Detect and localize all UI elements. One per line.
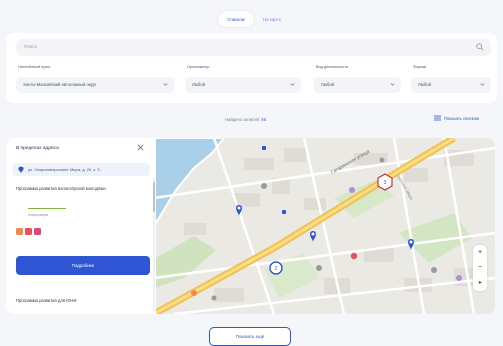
category-badge: [25, 228, 32, 235]
toggle-list-view[interactable]: Списком: [218, 11, 254, 27]
panel-scrollbar-thumb[interactable]: [153, 182, 155, 212]
program-title[interactable]: Программа развития волонтёрской молодёжи: [16, 186, 136, 193]
cluster-marker[interactable]: 3: [377, 173, 393, 191]
category-badge: [34, 228, 41, 235]
program-underline: [28, 208, 66, 210]
show-more-button[interactable]: Показать ещё: [209, 327, 291, 346]
organizer-select[interactable]: Любой: [185, 77, 301, 93]
chevron-down-icon: [480, 83, 485, 86]
address-text: ул. Гагарина/проспект Мира, д. 20, к. 3: [28, 167, 100, 172]
activity-value: Любой: [321, 82, 334, 87]
svg-text:2: 2: [275, 266, 278, 272]
organizer-label: Организатор: [187, 65, 210, 69]
filter-card: Поиск Населённый пункт Ханты-Мансийский …: [6, 33, 497, 103]
activity-select[interactable]: Любой: [314, 77, 401, 93]
cluster-marker[interactable]: 2: [269, 261, 283, 275]
details-button[interactable]: Подробнее: [16, 256, 150, 275]
format-label: Формат: [413, 65, 427, 69]
location-panel: В пределах адреса ул. Гагарина/проспект …: [6, 138, 156, 314]
list-icon: [434, 115, 441, 121]
toggle-map-view[interactable]: На карте: [254, 11, 290, 27]
format-value: Любой: [418, 82, 431, 87]
zoom-in-button[interactable]: +: [473, 245, 487, 260]
svg-text:3: 3: [384, 180, 387, 186]
program-badges: [16, 228, 41, 235]
category-badge: [16, 228, 23, 235]
zoom-controls: + − ➤: [473, 245, 487, 291]
show-list-label: Показать списком: [444, 115, 479, 121]
format-select[interactable]: Любой: [411, 77, 491, 93]
program-title-2[interactable]: Программа развития для ЮНИ: [16, 298, 76, 303]
address-chip: ул. Гагарина/проспект Мира, д. 20, к. 3: [12, 163, 150, 176]
activity-label: Вид деятельности: [316, 65, 349, 69]
results-number: 46: [261, 117, 266, 122]
view-toggle: Списком На карте: [218, 11, 290, 27]
program-subtitle: информация: [28, 213, 49, 217]
chevron-down-icon: [390, 83, 395, 86]
chevron-down-icon: [290, 83, 295, 86]
locate-button[interactable]: ➤: [473, 275, 487, 290]
search-input[interactable]: Поиск: [16, 39, 491, 56]
show-list-link[interactable]: Показать списком: [434, 115, 479, 121]
location-pin-icon: [18, 166, 24, 173]
locality-label: Населённый пункт: [18, 65, 51, 69]
panel-title: В пределах адреса: [16, 146, 59, 151]
results-count: Найдено записей: 46: [225, 117, 266, 122]
results-label: Найдено записей:: [225, 117, 261, 122]
search-icon[interactable]: [476, 43, 484, 51]
search-placeholder: Поиск: [24, 44, 37, 49]
map-view[interactable]: Гагаринская улица проспект Мира 2 3: [154, 138, 495, 314]
organizer-value: Любой: [192, 82, 205, 87]
chevron-down-icon: [163, 83, 168, 86]
locality-select[interactable]: Ханты-Мансийский автономный округ: [16, 77, 174, 93]
close-icon[interactable]: [136, 143, 145, 152]
locality-value: Ханты-Мансийский автономный округ: [23, 82, 97, 87]
zoom-out-button[interactable]: −: [473, 260, 487, 275]
map-canvas[interactable]: Гагаринская улица проспект Мира 2 3: [154, 138, 495, 314]
